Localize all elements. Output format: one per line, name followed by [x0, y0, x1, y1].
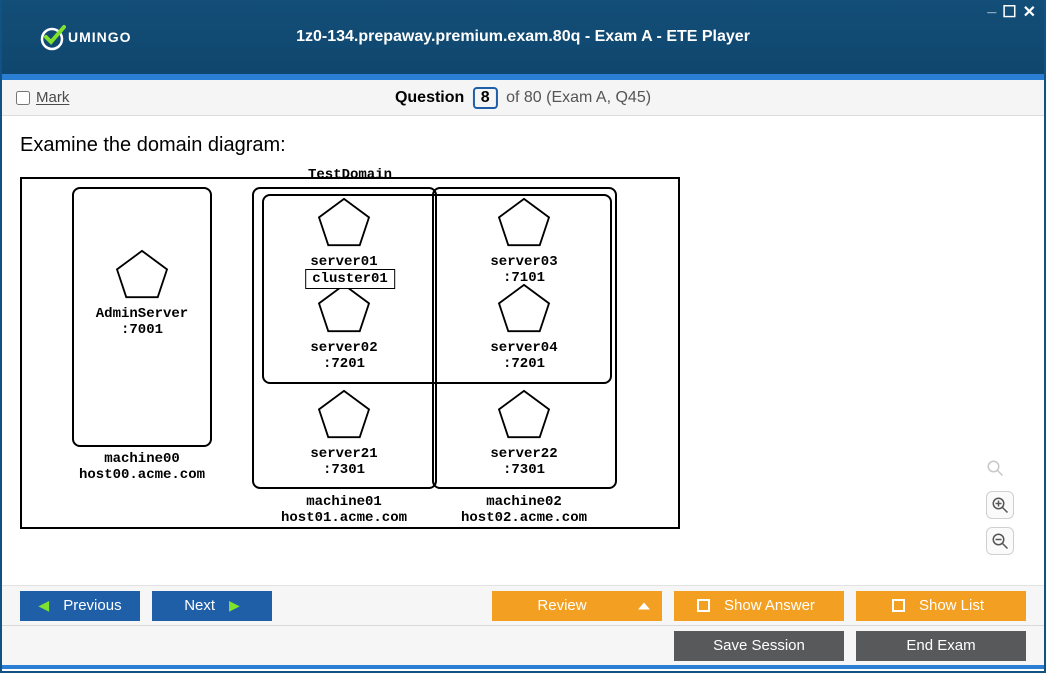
next-label: Next — [184, 597, 215, 614]
s04-name: server04 — [490, 340, 557, 356]
nav-row: ◀ Previous Next ▶ Review Show Answer Sho… — [2, 585, 1044, 625]
bottom-accent — [2, 665, 1044, 669]
zoom-reset-button[interactable] — [986, 459, 1014, 483]
next-button[interactable]: Next ▶ — [152, 591, 272, 621]
maximize-icon[interactable]: ☐ — [1002, 2, 1016, 22]
m1-host: host01.acme.com — [281, 510, 407, 526]
m0-name: machine00 — [104, 451, 180, 467]
s22-name: server22 — [490, 446, 557, 462]
m0-host: host00.acme.com — [79, 467, 205, 483]
s04-port: :7201 — [503, 356, 545, 372]
app-logo: UMINGO — [38, 23, 132, 51]
save-session-label: Save Session — [713, 637, 805, 654]
server03: server03:7101 — [464, 197, 584, 286]
show-list-label: Show List — [919, 597, 984, 614]
pentagon-icon — [316, 283, 372, 333]
domain-box: cluster01 AdminServer:7001 server01:7101… — [20, 177, 680, 529]
server02: server02:7201 — [284, 283, 404, 372]
s22-port: :7301 — [503, 462, 545, 478]
window-title: 1z0-134.prepaway.premium.exam.80q - Exam… — [296, 28, 750, 46]
cluster-label: cluster01 — [305, 269, 395, 289]
magnifier-icon — [986, 459, 1004, 477]
machine2-caption: machine02host02.acme.com — [424, 494, 624, 526]
footer: ◀ Previous Next ▶ Review Show Answer Sho… — [2, 585, 1044, 671]
server21: server21:7301 — [284, 389, 404, 478]
logo-text: UMINGO — [68, 29, 132, 45]
pentagon-icon — [496, 283, 552, 333]
show-list-checkbox[interactable] — [892, 599, 905, 612]
question-indicator: Question 8 of 80 (Exam A, Q45) — [395, 87, 651, 109]
m1-name: machine01 — [306, 494, 382, 510]
chevron-left-icon: ◀ — [38, 597, 49, 614]
question-number[interactable]: 8 — [473, 87, 498, 109]
chevron-right-icon: ▶ — [229, 597, 240, 614]
close-icon[interactable]: ✕ — [1023, 2, 1036, 22]
show-answer-button[interactable]: Show Answer — [674, 591, 844, 621]
zoom-out-icon — [991, 532, 1009, 550]
zoom-controls — [986, 459, 1014, 555]
app-window: UMINGO 1z0-134.prepaway.premium.exam.80q… — [0, 0, 1046, 673]
machine1-caption: machine01host01.acme.com — [244, 494, 444, 526]
mark-question[interactable]: Mark — [16, 89, 69, 106]
zoom-out-button[interactable] — [986, 527, 1014, 555]
server22: server22:7301 — [464, 389, 584, 478]
question-content[interactable]: Examine the domain diagram: TestDomain c… — [2, 116, 1044, 572]
previous-button[interactable]: ◀ Previous — [20, 591, 140, 621]
review-button[interactable]: Review — [492, 591, 662, 621]
pentagon-icon — [114, 249, 170, 299]
question-prompt: Examine the domain diagram: — [20, 134, 1026, 157]
pentagon-icon — [316, 197, 372, 247]
machine0-caption: machine00host00.acme.com — [42, 451, 242, 483]
title-bar: UMINGO 1z0-134.prepaway.premium.exam.80q… — [2, 0, 1044, 74]
s21-name: server21 — [310, 446, 377, 462]
mark-label[interactable]: Mark — [36, 89, 69, 106]
admin-server: AdminServer:7001 — [82, 249, 202, 338]
pentagon-icon — [496, 389, 552, 439]
show-list-button[interactable]: Show List — [856, 591, 1026, 621]
end-exam-label: End Exam — [906, 637, 975, 654]
server04: server04:7201 — [464, 283, 584, 372]
show-answer-checkbox[interactable] — [697, 599, 710, 612]
question-word: Question — [395, 89, 464, 106]
logo-checkmark-icon — [38, 23, 66, 51]
window-controls: _ ☐ ✕ — [987, 2, 1036, 22]
question-header: Mark Question 8 of 80 (Exam A, Q45) — [2, 80, 1044, 116]
s02-port: :7201 — [323, 356, 365, 372]
s01-name: server01 — [310, 254, 377, 270]
show-answer-label: Show Answer — [724, 597, 815, 614]
pentagon-icon — [496, 197, 552, 247]
review-label: Review — [537, 597, 586, 614]
domain-diagram: TestDomain cluster01 AdminServer:7001 se… — [20, 169, 680, 549]
save-session-button[interactable]: Save Session — [674, 631, 844, 661]
m2-name: machine02 — [486, 494, 562, 510]
s21-port: :7301 — [323, 462, 365, 478]
mark-checkbox[interactable] — [16, 91, 30, 105]
end-exam-button[interactable]: End Exam — [856, 631, 1026, 661]
question-total: of 80 (Exam A, Q45) — [506, 89, 651, 106]
session-row: Save Session End Exam — [2, 625, 1044, 665]
previous-label: Previous — [63, 597, 121, 614]
s02-name: server02 — [310, 340, 377, 356]
zoom-in-icon — [991, 496, 1009, 514]
admin-port: :7001 — [121, 322, 163, 338]
admin-name: AdminServer — [96, 306, 188, 322]
minimize-icon[interactable]: _ — [987, 0, 996, 18]
m2-host: host02.acme.com — [461, 510, 587, 526]
s03-name: server03 — [490, 254, 557, 270]
zoom-in-button[interactable] — [986, 491, 1014, 519]
pentagon-icon — [316, 389, 372, 439]
